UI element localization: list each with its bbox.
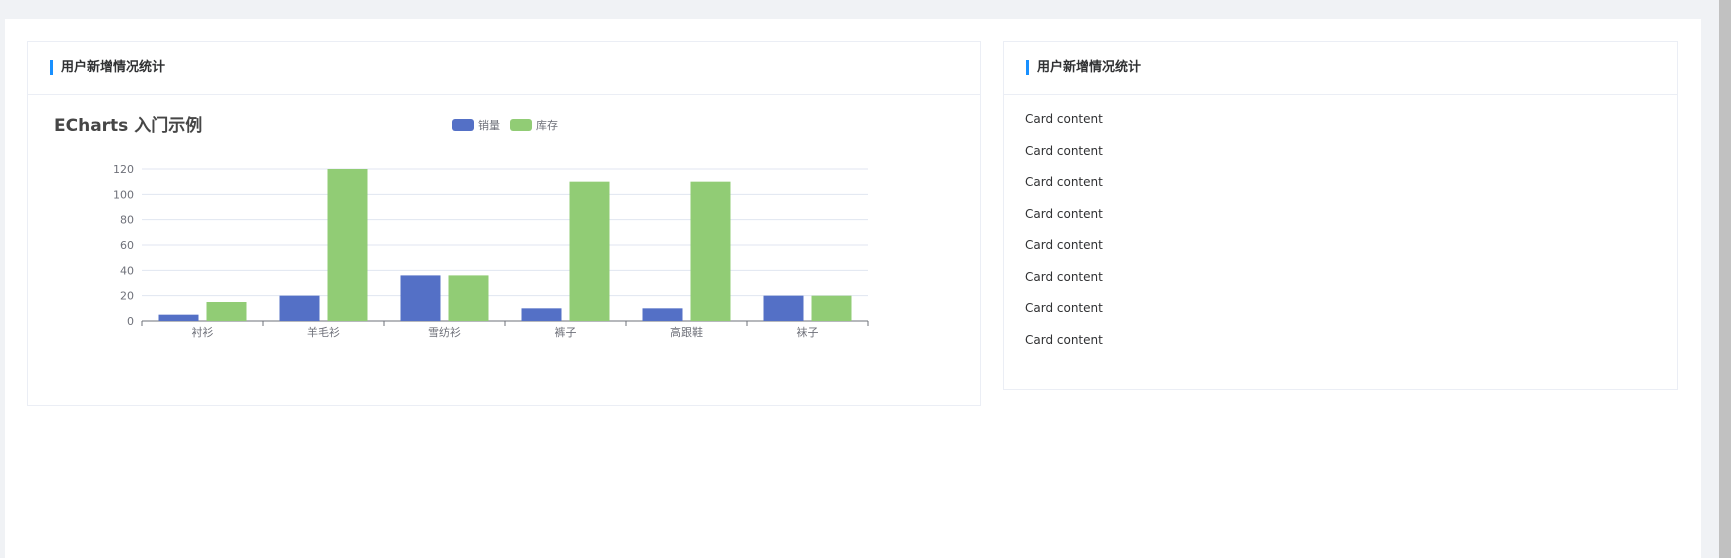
bar-stock bbox=[690, 181, 731, 321]
card-content-item: Card content bbox=[1025, 301, 1103, 315]
card-content-item: Card content bbox=[1025, 143, 1103, 158]
bar-sales bbox=[642, 308, 683, 321]
x-tick-label: 袜子 bbox=[797, 325, 819, 339]
bar-stock bbox=[448, 275, 489, 321]
content-card: 用户新增情况统计 Card content Card content Card co… bbox=[1003, 41, 1678, 390]
y-tick-label: 100 bbox=[113, 188, 134, 201]
legend-swatch bbox=[452, 119, 474, 131]
bar-sales bbox=[763, 295, 804, 321]
chart-card: 用户新增情况统计 ECharts 入门示例 销量 库存 0 20 40 60 80 100 120… bbox=[27, 41, 981, 406]
x-tick-label: 羊毛衫 bbox=[307, 325, 340, 339]
x-tick-label: 高跟鞋 bbox=[670, 325, 703, 339]
bar-stock bbox=[206, 302, 247, 321]
card-content-item: Card content bbox=[1025, 269, 1103, 284]
legend-swatch bbox=[510, 119, 532, 131]
card-content-item: Card content bbox=[1025, 112, 1103, 126]
card-content-item: Card content bbox=[1025, 175, 1103, 189]
bar-stock bbox=[569, 181, 610, 321]
card-content-item: Card content bbox=[1025, 238, 1103, 252]
scrollbar-thumb[interactable] bbox=[1719, 0, 1731, 558]
content-card-title: 用户新增情况统计 bbox=[1037, 60, 1142, 75]
bar-sales bbox=[521, 308, 562, 321]
bar-stock bbox=[811, 295, 852, 321]
card-content-item: Card content bbox=[1025, 332, 1103, 347]
header-accent-bar bbox=[1026, 60, 1029, 75]
chart-card-header: 用户新增情况统计 bbox=[28, 42, 980, 95]
legend-label: 销量 bbox=[478, 118, 500, 132]
bar-sales bbox=[158, 314, 199, 321]
y-tick-label: 20 bbox=[120, 290, 134, 303]
y-tick-label: 0 bbox=[127, 315, 134, 328]
chart-card-title: 用户新增情况统计 bbox=[61, 60, 166, 75]
y-tick-label: 60 bbox=[120, 239, 134, 252]
x-tick-label: 衬衫 bbox=[192, 326, 214, 339]
x-tick-label: 裤子 bbox=[555, 325, 577, 339]
bar-sales bbox=[400, 275, 441, 321]
content-card-header: 用户新增情况统计 bbox=[1004, 42, 1677, 95]
bar-sales bbox=[279, 295, 320, 321]
bar-chart: ECharts 入门示例 销量 库存 0 20 40 60 80 100 120 衬衫 羊毛衫 雪纺衫 裤… bbox=[54, 115, 869, 339]
bar-stock bbox=[327, 169, 368, 321]
x-tick-label: 雪纺衫 bbox=[428, 325, 461, 339]
y-tick-label: 40 bbox=[120, 264, 134, 277]
card-content-item: Card content bbox=[1025, 206, 1103, 221]
y-tick-label: 80 bbox=[120, 214, 134, 227]
y-tick-label: 120 bbox=[113, 163, 134, 176]
header-accent-bar bbox=[50, 60, 53, 75]
chart-title: ECharts 入门示例 bbox=[54, 115, 202, 136]
legend-label: 库存 bbox=[536, 118, 558, 132]
